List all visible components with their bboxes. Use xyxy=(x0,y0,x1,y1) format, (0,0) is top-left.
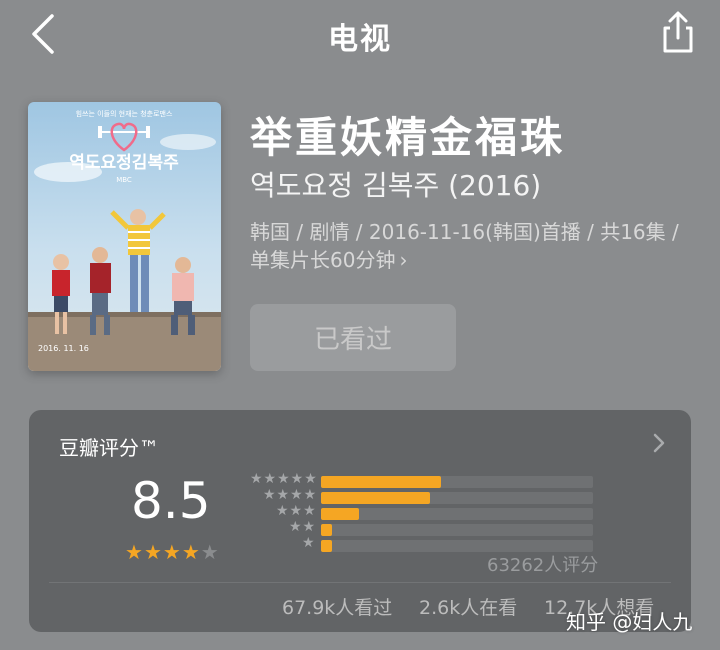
rating-distribution-track xyxy=(321,524,593,536)
rating-distribution-bar xyxy=(321,476,441,488)
watched-button[interactable]: 已看过 xyxy=(250,304,456,371)
rating-distribution-stars: ★ xyxy=(302,535,316,551)
star-filled-icon: ★ xyxy=(125,540,144,564)
rating-distribution-stars: ★★★★ xyxy=(263,487,318,503)
show-meta[interactable]: 韩国 / 剧情 / 2016-11-16(韩国)首播 / 共16集 / 单集片长… xyxy=(250,218,700,274)
rating-distribution-bar xyxy=(321,492,430,504)
page-title: 电视 xyxy=(328,22,392,57)
poster-date: 2016. 11. 16 xyxy=(38,344,89,353)
rating-distribution-track xyxy=(321,476,593,488)
rating-score: 8.5 xyxy=(131,472,211,530)
rating-distribution-stars: ★★★ xyxy=(276,503,317,519)
show-meta-line-2: 单集片长60分钟 xyxy=(250,248,396,272)
poster-top-text: 힘쓰는 이들의 현재는 청춘로맨스 xyxy=(76,109,173,118)
rating-distribution-track xyxy=(321,508,593,520)
watermark: 知乎 @妇人九 xyxy=(566,610,693,634)
show-meta-line-2-row: 单集片长60分钟 › xyxy=(250,246,700,274)
show-title: 举重妖精金福珠 xyxy=(250,113,566,162)
chevron-right-icon xyxy=(653,433,665,453)
rating-card[interactable]: 豆瓣评分™ 8.5 ★★★★★ ★★★★★ ★★★★ ★★★ ★★ ★ 63262人评分… xyxy=(29,410,691,632)
poster-image[interactable]: 힘쓰는 이들의 현재는 청춘로맨스 역도요정김복주 MBC 2016. 11. … xyxy=(28,102,221,371)
rating-label: 豆瓣评分™ xyxy=(59,436,159,460)
show-meta-line-1: 韩国 / 剧情 / 2016-11-16(韩国)首播 / 共16集 / xyxy=(250,220,679,244)
share-button[interactable] xyxy=(656,10,700,56)
top-bar: 电视 xyxy=(0,0,720,70)
star-filled-icon: ★ xyxy=(162,540,182,564)
poster-channel: MBC xyxy=(116,176,132,184)
rating-distribution-stars: ★★ xyxy=(289,519,317,535)
stat-watching[interactable]: 2.6k人在看 xyxy=(419,593,517,620)
share-icon xyxy=(663,11,693,53)
rating-stars: ★★★★★ xyxy=(125,540,220,564)
rating-distribution-track xyxy=(321,492,593,504)
rating-distribution-row: ★★ xyxy=(245,519,593,536)
star-filled-icon: ★ xyxy=(181,540,201,564)
rating-distribution-stars: ★★★★★ xyxy=(250,471,318,487)
show-original-title: 역도요정 김복주 (2016) xyxy=(250,169,542,202)
rating-distribution-bar xyxy=(321,540,332,552)
rating-count[interactable]: 63262人评分 xyxy=(487,551,598,577)
star-filled-icon: ★ xyxy=(143,540,163,564)
rating-distribution-bar xyxy=(321,508,359,520)
divider xyxy=(49,582,671,583)
rating-chevron-button[interactable] xyxy=(649,430,669,456)
poster-logo-text: 역도요정김복주 xyxy=(69,153,179,173)
rating-distribution-bar xyxy=(321,524,332,536)
stat-watched[interactable]: 67.9k人看过 xyxy=(282,593,392,620)
chevron-right-icon: › xyxy=(399,248,408,272)
star-empty-icon: ★ xyxy=(200,540,220,564)
